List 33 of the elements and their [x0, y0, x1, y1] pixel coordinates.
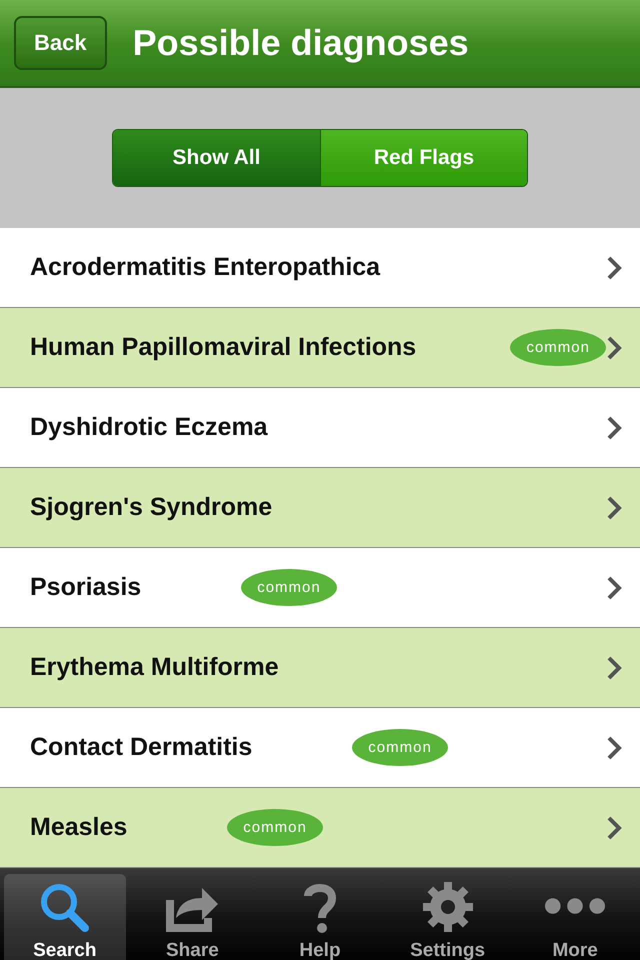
diagnosis-name: Erythema Multiforme — [30, 653, 279, 682]
diagnosis-row[interactable]: Human Papillomaviral Infections common — [0, 308, 640, 388]
diagnosis-row[interactable]: Measles common — [0, 788, 640, 868]
page-title: Possible diagnoses — [132, 22, 469, 64]
diagnosis-name: Dyshidrotic Eczema — [30, 413, 268, 442]
tab-bar-item[interactable]: More — [514, 874, 636, 960]
chevron-icon — [606, 494, 622, 520]
chevron-icon — [606, 734, 622, 760]
tab-bar-item[interactable]: Search — [4, 874, 126, 960]
common-badge: common — [510, 329, 606, 366]
back-button[interactable]: Back — [14, 16, 107, 70]
diagnosis-name: Human Papillomaviral Infections — [30, 333, 416, 362]
common-badge: common — [352, 729, 448, 766]
tab-bar-item[interactable]: Help — [259, 874, 381, 960]
diagnosis-row[interactable]: Erythema Multiforme — [0, 628, 640, 708]
common-badge: common — [241, 569, 337, 606]
diagnosis-row[interactable]: Sjogren's Syndrome — [0, 468, 640, 548]
more-icon — [545, 898, 606, 914]
filter-tab[interactable]: Show All — [113, 130, 320, 186]
diagnosis-name: Contact Dermatitis — [30, 733, 252, 762]
chevron-icon — [606, 254, 622, 280]
diagnosis-name: Measles — [30, 813, 128, 842]
chevron-icon — [606, 654, 622, 680]
diagnosis-name: Psoriasis — [30, 573, 142, 602]
chevron-icon — [606, 334, 622, 360]
tab-bar-item[interactable]: Share — [132, 874, 254, 960]
tab-bar-item[interactable]: Settings — [386, 874, 508, 960]
chevron-icon — [606, 414, 622, 440]
common-badge: common — [227, 809, 323, 846]
diagnosis-name: Acrodermatitis Enteropathica — [30, 253, 380, 282]
chevron-icon — [606, 574, 622, 600]
diagnosis-name: Sjogren's Syndrome — [30, 493, 272, 522]
chevron-icon — [606, 814, 622, 840]
